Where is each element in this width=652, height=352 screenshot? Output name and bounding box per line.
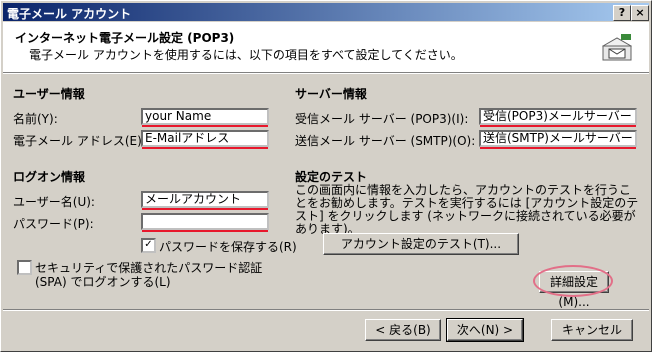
email-account-dialog: 電子メール アカウント ? × インターネット電子メール設定 (POP3) 電子… [0, 0, 652, 352]
back-button[interactable]: < 戻る(B) [365, 319, 441, 341]
test-description: この画面内に情報を入力したら、アカウントのテストを行うことをお勧めします。テスト… [295, 183, 639, 236]
highlight-circle [533, 265, 613, 297]
email-label: 電子メール アドレス(E): [13, 134, 146, 148]
save-password-label: パスワードを保存する(R) [159, 240, 297, 254]
password-label: パスワード(P): [13, 217, 94, 231]
cancel-button[interactable]: キャンセル [551, 319, 633, 341]
mail-account-icon [601, 34, 633, 61]
footer-separator [3, 309, 649, 311]
logon-info-heading: ログオン情報 [13, 170, 86, 184]
window-title: 電子メール アカウント [7, 7, 132, 21]
name-field[interactable]: your Name [141, 108, 269, 125]
name-label: 名前(Y): [13, 112, 58, 126]
page-title: インターネット電子メール設定 (POP3) [15, 31, 235, 45]
help-button[interactable]: ? [613, 5, 631, 21]
username-underline [142, 208, 268, 210]
spa-checkbox[interactable] [17, 260, 32, 275]
email-field[interactable]: E-Mailアドレス [141, 130, 269, 147]
incoming-server-field[interactable]: 受信(POP3)メールサーバー [479, 108, 637, 125]
spa-label-line2: (SPA) でログオンする(L) [35, 275, 171, 289]
next-button[interactable]: 次へ(N) > [446, 318, 524, 342]
username-field[interactable]: メールアカウント [141, 191, 269, 208]
username-label: ユーザー名(U): [13, 195, 95, 209]
outgoing-server-label: 送信メール サーバー (SMTP)(O): [295, 134, 476, 148]
page-subtitle: 電子メール アカウントを使用するには、以下の項目をすべて設定してください。 [29, 48, 463, 62]
incoming-server-underline [480, 125, 636, 127]
save-password-checkbox[interactable]: ✓ [141, 238, 156, 253]
dialog-header: インターネット電子メール設定 (POP3) 電子メール アカウントを使用するには… [3, 22, 649, 72]
title-bar: 電子メール アカウント ? × [3, 3, 649, 21]
user-info-heading: ユーザー情報 [13, 87, 85, 101]
name-underline [142, 125, 268, 127]
close-button[interactable]: × [631, 5, 649, 21]
test-account-button[interactable]: アカウント設定のテスト(T)... [323, 233, 519, 255]
password-field[interactable] [141, 213, 269, 230]
outgoing-server-underline [480, 147, 636, 149]
incoming-server-label: 受信メール サーバー (POP3)(I): [295, 112, 469, 126]
header-separator [3, 72, 649, 74]
outgoing-server-field[interactable]: 送信(SMTP)メールサーバー [479, 130, 637, 147]
email-underline [142, 147, 268, 149]
password-underline [142, 230, 268, 232]
server-info-heading: サーバー情報 [295, 87, 367, 101]
